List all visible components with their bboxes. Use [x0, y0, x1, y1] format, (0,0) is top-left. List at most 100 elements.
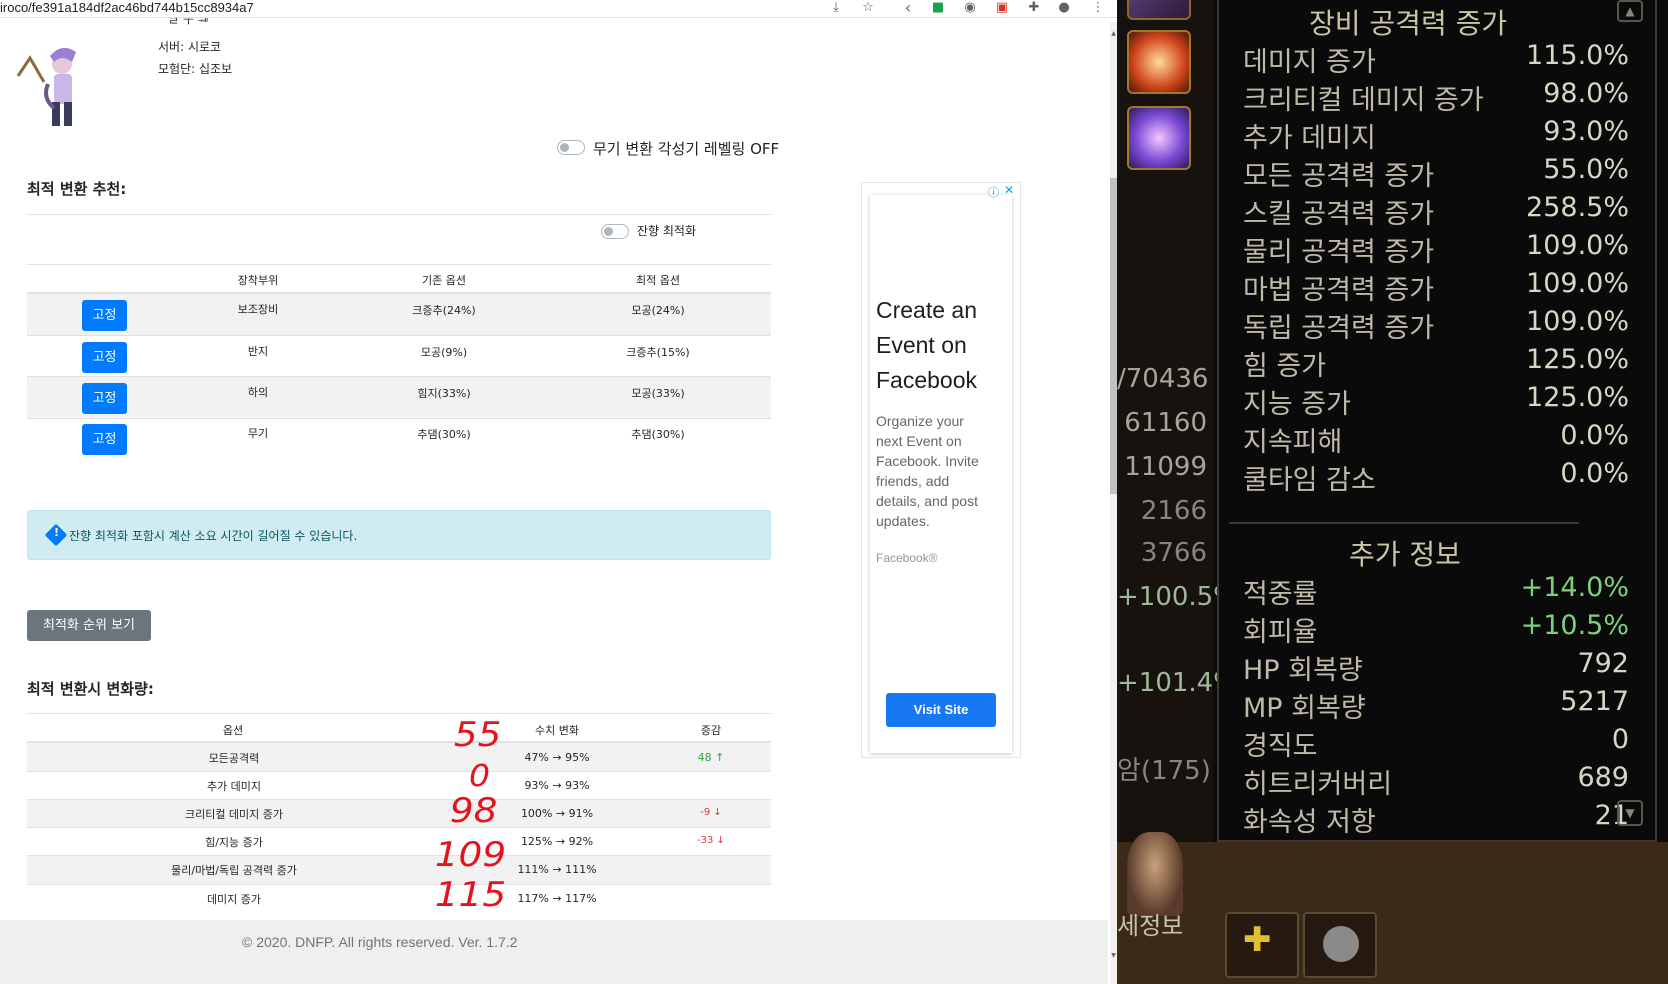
alert-text: 잔향 최적화 포함시 계산 소요 시간이 길어질 수 있습니다. — [69, 529, 358, 543]
slot-cell: 반지 — [247, 345, 269, 358]
fix-button[interactable]: 고정 — [82, 300, 127, 331]
stat-label: HP 회복량 — [1243, 655, 1363, 686]
stat-value: 11099 — [1124, 452, 1207, 482]
stat-value: /70436 — [1117, 364, 1209, 394]
residual-optimize-toggle[interactable] — [601, 224, 629, 239]
slot-cell: 하의 — [247, 386, 269, 399]
stat-value: +101.4% — [1117, 668, 1238, 698]
scrollbar-track[interactable] — [1110, 22, 1117, 984]
handwritten-note: 109 — [434, 835, 507, 875]
stat-value: 0 — [1611, 724, 1629, 755]
ad-title: Create an Event on Facebook — [876, 297, 978, 393]
equipment-slot-icon[interactable] — [1127, 30, 1191, 94]
download-icon[interactable]: ⤓ — [828, 0, 844, 16]
stat-value: 암(175) — [1117, 756, 1211, 786]
view-ranking-button[interactable]: 최적화 순위 보기 — [27, 610, 151, 641]
column-header: 기존 옵션 — [422, 274, 466, 287]
stat-label: 힘 증가 — [1243, 351, 1327, 382]
address-bar[interactable]: iroco/fe391a184df2ac46bd744b15cc8934a7 ⤓… — [0, 0, 1117, 18]
equipment-slot-icon[interactable] — [1127, 0, 1191, 20]
weapon-toggle-label: 무기 변환 각성기 레벨링 OFF — [593, 140, 780, 158]
stat-label: 스킬 공격력 증가 — [1243, 199, 1435, 230]
extension-gray-icon[interactable]: ◉ — [962, 0, 978, 16]
change-cell: 47% → 95% — [524, 751, 590, 764]
server-label: 서버: 시로코 — [158, 40, 222, 54]
changes-heading: 최적 변환시 변화량: — [27, 680, 154, 698]
stat-label: 데미지 증가 — [1243, 47, 1376, 78]
slot-cell: 무기 — [247, 427, 269, 440]
extra-info-title: 추가 정보 — [1349, 538, 1461, 571]
character-avatar — [1127, 832, 1183, 916]
equipment-slot-icon[interactable] — [1127, 106, 1191, 170]
change-cell: 111% → 111% — [517, 863, 597, 876]
scroll-up-icon[interactable]: ▲ — [1110, 30, 1117, 37]
fix-button[interactable]: 고정 — [82, 342, 127, 373]
extension-green-icon[interactable]: ■ — [930, 0, 946, 16]
residual-toggle-label: 잔향 최적화 — [637, 224, 697, 238]
details-label: 세정보 — [1117, 912, 1184, 940]
change-cell: 125% → 92% — [520, 835, 594, 848]
current-option-cell: 힘지(33%) — [417, 387, 471, 400]
panel-divider — [1229, 522, 1579, 524]
info-alert: ! 잔향 최적화 포함시 계산 소요 시간이 길어질 수 있습니다. — [27, 510, 771, 560]
menu-icon[interactable]: ⋮ — [1090, 0, 1106, 16]
current-option-cell: 모공(9%) — [420, 346, 468, 359]
column-header: 옵션 — [222, 724, 244, 737]
scroll-down-icon[interactable]: ▼ — [1110, 952, 1117, 959]
option-cell: 모든공격력 — [208, 752, 260, 765]
panel-scroll-track[interactable] — [1617, 0, 1643, 470]
recommendation-heading: 최적 변환 추천: — [27, 180, 127, 198]
stat-value: 258.5% — [1526, 192, 1629, 223]
change-cell: 100% → 91% — [520, 807, 594, 820]
stat-value: 5217 — [1560, 686, 1629, 717]
character-portrait — [16, 47, 76, 126]
stat-value: 61160 — [1124, 408, 1207, 438]
optimal-option-cell: 모공(33%) — [631, 387, 685, 400]
stat-label: 지능 증가 — [1243, 389, 1351, 420]
divider — [27, 264, 771, 265]
stat-label: 경직도 — [1243, 731, 1318, 762]
divider — [27, 214, 771, 215]
footer-text: © 2020. DNFP. All rights reserved. Ver. … — [242, 934, 518, 950]
stat-value: 125.0% — [1526, 344, 1629, 375]
option-cell: 추가 데미지 — [206, 780, 262, 793]
change-cell: 93% → 93% — [524, 779, 590, 792]
option-cell: 데미지 증가 — [206, 893, 262, 906]
menu-slot[interactable] — [1303, 912, 1377, 978]
stat-value: 689 — [1577, 762, 1629, 793]
visit-site-button[interactable]: Visit Site — [886, 693, 996, 727]
handwritten-note: 0 — [469, 759, 491, 794]
back-icon[interactable]: ‹ — [900, 0, 916, 16]
gear-icon — [1323, 926, 1359, 962]
stats-panel: 장비 공격력 증가 데미지 증가 115.0% 크리티컬 데미지 증가 98.0… — [1217, 0, 1657, 842]
extension-red-icon[interactable]: ▣ — [994, 0, 1010, 16]
ad-container[interactable]: ⓘ ✕ Create an Event on Facebook Organize… — [861, 182, 1021, 758]
profile-icon[interactable]: ● — [1056, 0, 1072, 16]
delta-cell: -33 ↓ — [697, 835, 725, 846]
stat-value: 109.0% — [1526, 230, 1629, 261]
scrollbar-thumb[interactable] — [1110, 178, 1117, 494]
divider — [27, 713, 771, 714]
stat-label: MP 회복량 — [1243, 693, 1366, 724]
puzzle-icon[interactable]: ✚ — [1026, 0, 1042, 16]
url-text[interactable]: iroco/fe391a184df2ac46bd744b15cc8934a7 — [0, 0, 254, 16]
fix-button[interactable]: 고정 — [82, 383, 127, 414]
scroll-down-icon[interactable]: ▼ — [1617, 800, 1643, 826]
game-window: /70436 61160 11099 2166 3766 +100.5% +10… — [1117, 0, 1668, 984]
browser-window: iroco/fe391a184df2ac46bd744b15cc8934a7 ⤓… — [0, 0, 1117, 984]
ad-card[interactable]: Create an Event on Facebook Organize you… — [870, 195, 1012, 753]
option-cell: 힘/지능 증가 — [205, 836, 263, 849]
slot-cell: 보조장비 — [237, 303, 279, 316]
add-slot[interactable]: ✚ — [1225, 912, 1299, 978]
weapon-awakening-toggle[interactable] — [557, 140, 585, 155]
star-icon[interactable]: ☆ — [860, 0, 876, 16]
stat-label: 회피율 — [1243, 617, 1318, 648]
option-cell: 크리티컬 데미지 증가 — [184, 808, 284, 821]
stat-value: 21 — [1594, 800, 1629, 831]
stat-value: +100.5% — [1117, 582, 1238, 612]
row-divider — [27, 771, 771, 772]
ad-body: Organize your next Event on Facebook. In… — [876, 413, 979, 529]
stat-value: 0.0% — [1560, 420, 1629, 451]
fix-button[interactable]: 고정 — [82, 424, 127, 455]
page-content: ㄹ ㅜ ᅰ 서버: 시로코 모험단: 십조보 무기 변환 각성기 레벨링 OFF… — [0, 18, 1108, 984]
